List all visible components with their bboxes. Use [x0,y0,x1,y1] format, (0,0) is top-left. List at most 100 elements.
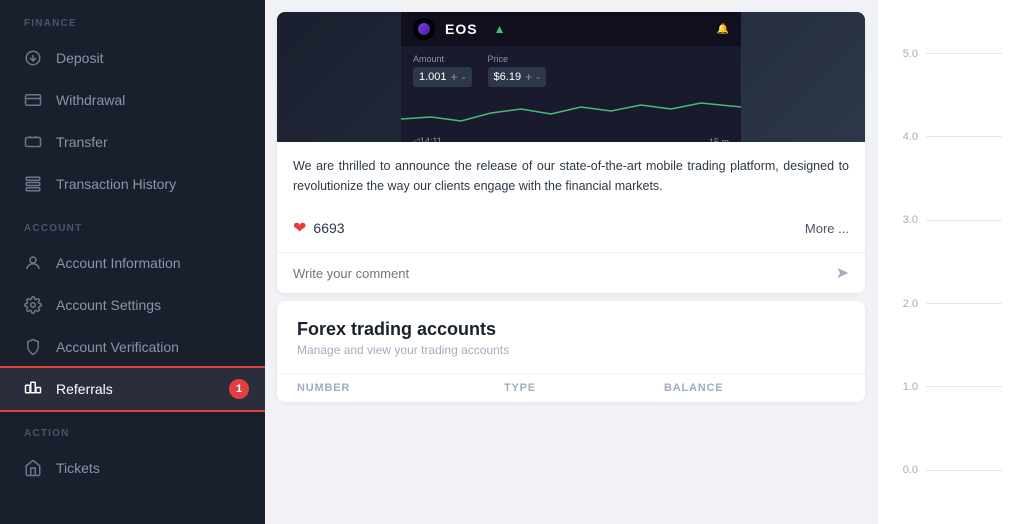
eos-price-number: $6.19 [494,71,522,83]
sidebar-section-finance: FINANCE Deposit Withdrawal [0,0,265,205]
news-body: We are thrilled to announce the release … [277,142,865,208]
sidebar-section-action: ACTION Tickets [0,410,265,489]
chart-row-50: 5.0 [888,12,1002,95]
eos-body: Amount 1.001 + - Price $6.19 + - [401,46,741,95]
chart-gridline-10 [926,386,1002,387]
chart-label-00: 0.0 [888,464,918,476]
eos-time: ◁14:11 [413,136,442,142]
withdrawal-icon [24,91,42,109]
sidebar-item-referrals[interactable]: Referrals 1 [0,368,265,410]
forex-card: Forex trading accounts Manage and view y… [277,301,865,402]
chart-label-10: 1.0 [888,381,918,393]
gear-icon [24,296,42,314]
sidebar-item-tickets-label: Tickets [56,460,100,476]
col-type: TYPE [484,374,644,403]
chart-label-20: 2.0 [888,298,918,310]
chart-gridline-50 [926,53,1002,54]
chart-gridline-30 [926,220,1002,221]
sidebar-item-withdrawal[interactable]: Withdrawal [0,79,265,121]
chart-row-20: 2.0 [888,262,1002,345]
eos-amount-plus[interactable]: + [451,70,458,84]
heart-icon: ❤ [293,218,306,238]
referrals-badge: 1 [229,379,249,399]
sidebar-item-account-information-label: Account Information [56,255,181,271]
forex-subtitle: Manage and view your trading accounts [297,343,845,357]
eos-amount-value: 1.001 + - [413,67,472,87]
eos-duration: 15 m [709,137,729,143]
eos-amount-label: Amount [413,54,472,64]
eos-trend-icon: ▲ [494,22,506,36]
shield-icon [24,338,42,356]
chart-label-50: 5.0 [888,48,918,60]
eos-header: EOS ▲ 🔔 [401,12,741,46]
section-label-account: ACCOUNT [0,205,265,242]
person-icon [24,254,42,272]
history-icon [24,175,42,193]
chart-label-40: 4.0 [888,131,918,143]
eos-symbol: EOS [445,21,478,37]
sidebar-item-referrals-label: Referrals [56,381,113,397]
main-content: EOS ▲ 🔔 Amount 1.001 + - Price [265,0,877,524]
deposit-icon [24,49,42,67]
transfer-icon [24,133,42,151]
comment-section: ➤ [277,252,865,293]
sidebar-item-transaction-history[interactable]: Transaction History [0,163,265,205]
section-label-action: ACTION [0,410,265,447]
eos-interface: EOS ▲ 🔔 Amount 1.001 + - Price [401,12,741,142]
sidebar-item-account-verification-label: Account Verification [56,339,179,355]
forex-table-header: NUMBER TYPE BALANCE [277,374,865,403]
sidebar-item-transaction-history-label: Transaction History [56,176,176,192]
sidebar-item-account-settings[interactable]: Account Settings [0,284,265,326]
sidebar-item-account-verification[interactable]: Account Verification [0,326,265,368]
sidebar-item-deposit[interactable]: Deposit [0,37,265,79]
sidebar: FINANCE Deposit Withdrawal [0,0,265,524]
referrals-icon [24,380,42,398]
chart-row-00: 0.0 [888,429,1002,512]
sidebar-item-account-information[interactable]: Account Information [0,242,265,284]
eos-mini-chart [401,99,741,127]
eos-amount-minus[interactable]: - [462,70,466,84]
eos-price-value: $6.19 + - [488,67,547,87]
chart-gridline-00 [926,470,1002,471]
sidebar-item-deposit-label: Deposit [56,50,103,66]
eos-amount-number: 1.001 [419,71,447,83]
eos-logo-inner [418,23,430,35]
forex-title: Forex trading accounts [297,319,845,340]
eos-logo [413,18,435,40]
section-label-finance: FINANCE [0,0,265,37]
col-number: NUMBER [277,374,484,403]
more-link[interactable]: More ... [805,221,849,236]
ticket-icon [24,459,42,477]
sidebar-item-tickets[interactable]: Tickets [0,447,265,489]
sidebar-section-account: ACCOUNT Account Information Account Sett… [0,205,265,410]
chart-gridline-40 [926,136,1002,137]
chart-row-40: 4.0 [888,95,1002,178]
chart-row-10: 1.0 [888,345,1002,428]
eos-footer: ◁14:11 15 m [401,132,741,142]
chart-label-30: 3.0 [888,214,918,226]
eos-price-label: Price [488,54,547,64]
send-icon[interactable]: ➤ [836,263,849,283]
news-card: EOS ▲ 🔔 Amount 1.001 + - Price [277,12,865,293]
eos-price-field: Price $6.19 + - [488,54,547,87]
news-footer: ❤ 6693 More ... [277,208,865,252]
sidebar-item-account-settings-label: Account Settings [56,297,161,313]
sidebar-item-transfer-label: Transfer [56,134,108,150]
chart-gridline-20 [926,303,1002,304]
eos-price-minus[interactable]: - [536,70,540,84]
chart-row-30: 3.0 [888,179,1002,262]
eos-price-plus[interactable]: + [525,70,532,84]
comment-input[interactable] [293,266,836,281]
sidebar-item-transfer[interactable]: Transfer [0,121,265,163]
col-balance: BALANCE [644,374,865,403]
likes-count: 6693 [313,220,344,236]
eos-amount-field: Amount 1.001 + - [413,54,472,87]
forex-table: NUMBER TYPE BALANCE [277,373,865,402]
eos-notification-icon: 🔔 [717,24,729,35]
news-image: EOS ▲ 🔔 Amount 1.001 + - Price [277,12,865,142]
news-description: We are thrilled to announce the release … [293,156,849,196]
news-likes[interactable]: ❤ 6693 [293,218,345,238]
sidebar-item-withdrawal-label: Withdrawal [56,92,125,108]
forex-header: Forex trading accounts Manage and view y… [277,301,865,363]
chart-area: 5.0 4.0 3.0 2.0 1.0 0.0 [888,12,1002,512]
